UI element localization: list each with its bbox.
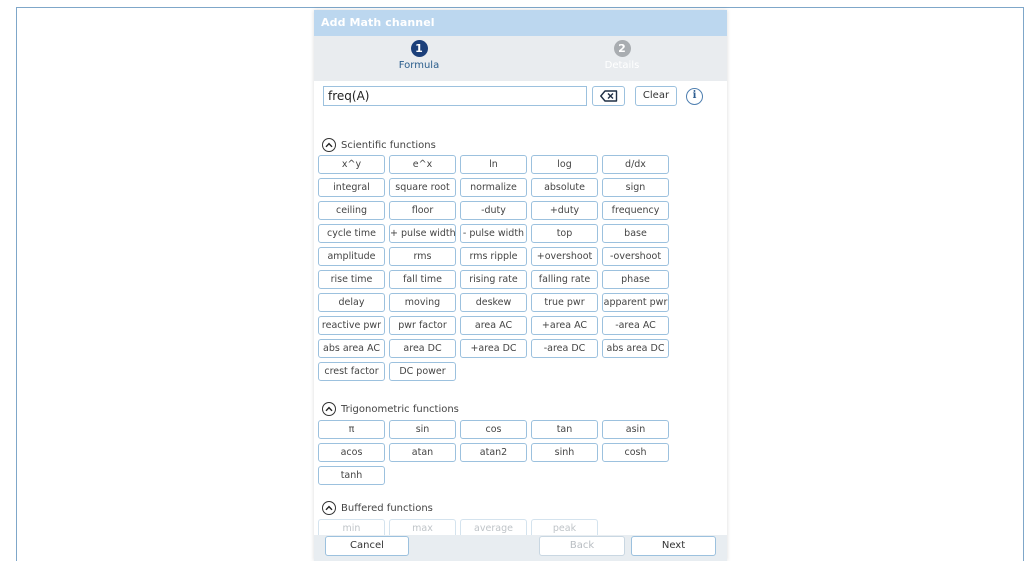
function-button[interactable]: π — [318, 420, 385, 439]
chevron-up-icon[interactable] — [322, 402, 336, 416]
function-button[interactable]: deskew — [460, 293, 527, 312]
chevron-up-icon[interactable] — [322, 138, 336, 152]
function-button[interactable]: d/dx — [602, 155, 669, 174]
function-button[interactable]: floor — [389, 201, 456, 220]
function-button[interactable]: absolute — [531, 178, 598, 197]
function-button[interactable]: ceiling — [318, 201, 385, 220]
add-math-channel-dialog: Add Math channel 1 Formula 2 Details Cle… — [314, 10, 727, 561]
function-button[interactable]: -area DC — [531, 339, 598, 358]
function-button[interactable]: area AC — [460, 316, 527, 335]
function-button[interactable]: asin — [602, 420, 669, 439]
section-header[interactable]: Trigonometric functions — [322, 400, 459, 418]
step-number-icon: 2 — [613, 40, 631, 57]
function-button[interactable]: area DC — [389, 339, 456, 358]
backspace-button[interactable] — [592, 86, 625, 106]
trigonometric-functions-grid: π sin cos tan asin acos atan atan2 sinh cosh tanh — [318, 420, 669, 485]
function-button[interactable]: peak — [531, 519, 598, 535]
section-header[interactable]: Scientific functions — [322, 136, 436, 154]
function-button[interactable]: sin — [389, 420, 456, 439]
function-button[interactable]: max — [389, 519, 456, 535]
function-button[interactable]: rms — [389, 247, 456, 266]
function-button[interactable]: rise time — [318, 270, 385, 289]
function-button[interactable]: delay — [318, 293, 385, 312]
function-button[interactable]: +area DC — [460, 339, 527, 358]
function-button[interactable]: +area AC — [531, 316, 598, 335]
functions-panel[interactable]: Scientific functions x^y e^x ln log d/dx inte… — [314, 125, 727, 535]
function-button[interactable]: cosh — [602, 443, 669, 462]
next-button[interactable]: Next — [631, 536, 716, 556]
section-title: Scientific functions — [341, 139, 436, 151]
formula-input[interactable] — [323, 86, 587, 106]
step-formula[interactable]: 1 Formula — [379, 40, 459, 71]
function-button[interactable]: sinh — [531, 443, 598, 462]
function-button[interactable]: acos — [318, 443, 385, 462]
function-button[interactable]: min — [318, 519, 385, 535]
function-button[interactable]: -duty — [460, 201, 527, 220]
function-button[interactable]: cycle time — [318, 224, 385, 243]
function-button[interactable]: DC power — [389, 362, 456, 381]
buffered-functions-grid: min max average peak — [318, 519, 669, 535]
step-label: Formula — [398, 60, 440, 71]
wizard-steps: 1 Formula 2 Details — [314, 36, 727, 81]
function-button[interactable]: ln — [460, 155, 527, 174]
scientific-functions-grid: x^y e^x ln log d/dx integral square root normal… — [318, 155, 669, 381]
chevron-up-icon[interactable] — [322, 501, 336, 515]
clear-button[interactable]: Clear — [635, 86, 677, 106]
section-title: Buffered functions — [341, 502, 433, 514]
function-button[interactable]: moving — [389, 293, 456, 312]
function-button[interactable]: top — [531, 224, 598, 243]
function-button[interactable]: abs area DC — [602, 339, 669, 358]
function-button[interactable]: e^x — [389, 155, 456, 174]
function-button[interactable]: phase — [602, 270, 669, 289]
backspace-icon — [599, 90, 617, 102]
step-number-icon: 1 — [410, 40, 428, 57]
section-scientific: Scientific functions — [322, 136, 436, 154]
function-button[interactable]: amplitude — [318, 247, 385, 266]
function-button[interactable]: +overshoot — [531, 247, 598, 266]
function-button[interactable]: -overshoot — [602, 247, 669, 266]
function-button[interactable]: average — [460, 519, 527, 535]
function-button[interactable]: + pulse width — [389, 224, 456, 243]
function-button[interactable]: abs area AC — [318, 339, 385, 358]
function-button[interactable]: atan — [389, 443, 456, 462]
formula-row: Clear i — [323, 86, 723, 106]
function-button[interactable]: square root — [389, 178, 456, 197]
function-button[interactable]: crest factor — [318, 362, 385, 381]
function-button[interactable]: x^y — [318, 155, 385, 174]
dialog-footer: Cancel Back Next — [314, 535, 727, 561]
function-button[interactable]: falling rate — [531, 270, 598, 289]
section-header[interactable]: Buffered functions — [322, 499, 433, 517]
function-button[interactable]: pwr factor — [389, 316, 456, 335]
function-button[interactable]: base — [602, 224, 669, 243]
step-label: Details — [604, 60, 640, 71]
info-icon[interactable]: i — [686, 88, 703, 105]
function-button[interactable]: cos — [460, 420, 527, 439]
section-buffered: Buffered functions — [322, 499, 433, 517]
section-trigonometric: Trigonometric functions — [322, 400, 459, 418]
function-button[interactable]: integral — [318, 178, 385, 197]
cancel-button[interactable]: Cancel — [325, 536, 409, 556]
function-button[interactable]: tan — [531, 420, 598, 439]
dialog-title: Add Math channel — [314, 10, 727, 36]
function-button[interactable]: sign — [602, 178, 669, 197]
function-button[interactable]: +duty — [531, 201, 598, 220]
function-button[interactable]: -area AC — [602, 316, 669, 335]
step-details[interactable]: 2 Details — [582, 40, 662, 71]
function-button[interactable]: normalize — [460, 178, 527, 197]
function-button[interactable]: atan2 — [460, 443, 527, 462]
section-title: Trigonometric functions — [341, 403, 459, 415]
function-button[interactable]: rms ripple — [460, 247, 527, 266]
function-button[interactable]: log — [531, 155, 598, 174]
function-button[interactable]: true pwr — [531, 293, 598, 312]
back-button[interactable]: Back — [539, 536, 625, 556]
function-button[interactable]: reactive pwr — [318, 316, 385, 335]
function-button[interactable]: frequency — [602, 201, 669, 220]
function-button[interactable]: apparent pwr — [602, 293, 669, 312]
function-button[interactable]: - pulse width — [460, 224, 527, 243]
function-button[interactable]: tanh — [318, 466, 385, 485]
function-button[interactable]: rising rate — [460, 270, 527, 289]
function-button[interactable]: fall time — [389, 270, 456, 289]
